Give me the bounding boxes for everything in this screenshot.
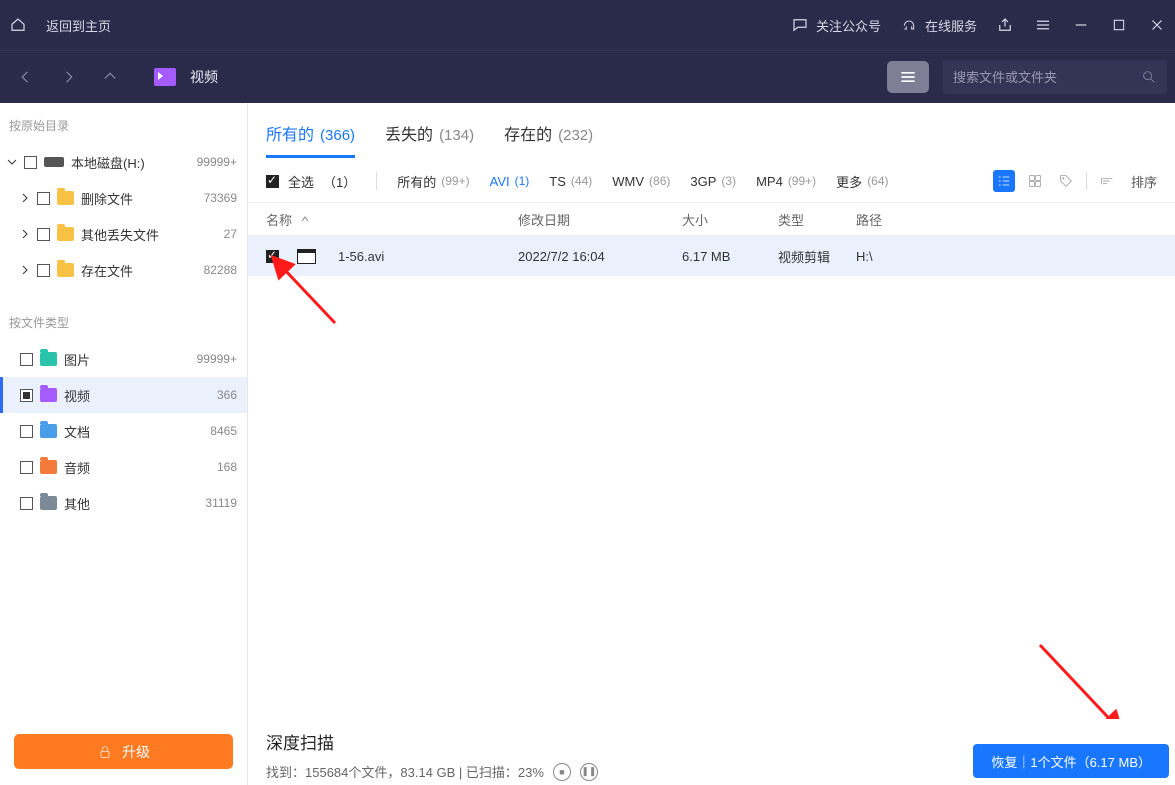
checkbox[interactable] <box>20 497 33 510</box>
col-path[interactable]: 路径 <box>856 210 1157 229</box>
content-pane: 所有的(366) 丢失的(134) 存在的(232) 全选 （1） 所有的(99… <box>248 103 1175 785</box>
back-to-home[interactable]: 返回到主页 <box>46 16 111 35</box>
sidebar-section-type: 按文件类型 <box>0 300 247 341</box>
filter-avi[interactable]: AVI(1) <box>490 174 530 189</box>
nav-forward-icon[interactable] <box>58 67 78 87</box>
sidebar-section-original: 按原始目录 <box>0 103 247 144</box>
share-icon[interactable] <box>995 15 1015 35</box>
type-images[interactable]: 图片 99999+ <box>0 341 247 377</box>
caret-right-icon <box>20 265 30 275</box>
location-label: 视频 <box>190 67 218 87</box>
type-audio[interactable]: 音频 168 <box>0 449 247 485</box>
folder-icon <box>57 263 74 277</box>
close-icon[interactable] <box>1147 15 1167 35</box>
checkbox[interactable] <box>24 156 37 169</box>
view-menu-button[interactable] <box>887 61 929 93</box>
checkbox[interactable] <box>20 461 33 474</box>
disk-icon <box>44 157 64 167</box>
checkbox[interactable] <box>20 389 33 402</box>
file-name: 1-56.avi <box>338 249 384 264</box>
col-type[interactable]: 类型 <box>778 210 856 229</box>
search-input[interactable] <box>953 70 1141 85</box>
folder-icon <box>57 227 74 241</box>
caret-right-icon <box>20 193 30 203</box>
col-name[interactable]: 名称 <box>266 210 518 229</box>
filter-ts[interactable]: TS(44) <box>549 174 592 189</box>
image-icon <box>40 352 57 366</box>
checkbox[interactable] <box>37 192 50 205</box>
nav-bar: 视频 <box>0 50 1175 103</box>
file-thumb-icon <box>297 249 316 264</box>
online-service[interactable]: 在线服务 <box>899 15 977 35</box>
minimize-icon[interactable] <box>1071 15 1091 35</box>
search-box[interactable] <box>943 60 1167 94</box>
col-date[interactable]: 修改日期 <box>518 210 682 229</box>
tree-other-lost[interactable]: 其他丢失文件 27 <box>0 216 247 252</box>
folder-icon <box>57 191 74 205</box>
select-all[interactable]: 全选 （1） <box>266 172 356 191</box>
checkbox[interactable] <box>20 425 33 438</box>
tree-disk-h[interactable]: 本地磁盘(H:) 99999+ <box>0 144 247 180</box>
stop-scan-button[interactable]: ■ <box>553 763 571 781</box>
checkbox[interactable] <box>266 175 279 188</box>
nav-back-icon[interactable] <box>16 67 36 87</box>
recover-button[interactable]: 恢复｜1个文件（6.17 MB） <box>973 744 1169 778</box>
type-docs[interactable]: 文档 8465 <box>0 413 247 449</box>
tab-lost[interactable]: 丢失的(134) <box>385 121 474 158</box>
doc-icon <box>40 424 57 438</box>
caret-down-icon <box>7 157 17 167</box>
search-icon <box>1141 69 1157 85</box>
tab-all[interactable]: 所有的(366) <box>266 121 355 158</box>
sidebar: 按原始目录 本地磁盘(H:) 99999+ 删除文件 73369 其他丢失文件 … <box>0 103 248 785</box>
sort-icon[interactable] <box>1096 170 1118 192</box>
filter-mp4[interactable]: MP4(99+) <box>756 174 816 189</box>
type-other[interactable]: 其他 31119 <box>0 485 247 521</box>
col-size[interactable]: 大小 <box>682 210 778 229</box>
tab-existing[interactable]: 存在的(232) <box>504 121 593 158</box>
sort-label[interactable]: 排序 <box>1131 172 1157 191</box>
pause-scan-button[interactable]: ❚❚ <box>580 763 598 781</box>
title-bar: 返回到主页 关注公众号 在线服务 <box>0 0 1175 50</box>
type-videos[interactable]: 视频 366 <box>0 377 247 413</box>
result-tabs: 所有的(366) 丢失的(134) 存在的(232) <box>248 103 1175 158</box>
sort-asc-icon <box>300 214 310 224</box>
tree-existing[interactable]: 存在文件 82288 <box>0 252 247 288</box>
upgrade-button[interactable]: 升级 <box>14 734 233 769</box>
filter-all[interactable]: 所有的(99+) <box>397 172 469 191</box>
view-tag-icon[interactable] <box>1055 170 1077 192</box>
other-icon <box>40 496 57 510</box>
table-row follow recover[interactable]: 1-56.avi 2022/7/2 16:04 6.17 MB 视频剪辑 H:\ <box>248 236 1175 276</box>
scan-stats: 找到：155684个文件，83.14 GB | 已扫描：23% <box>266 762 544 781</box>
caret-right-icon <box>20 229 30 239</box>
home-icon[interactable] <box>8 15 28 35</box>
maximize-icon[interactable] <box>1109 15 1129 35</box>
view-list-icon[interactable] <box>993 170 1015 192</box>
checkbox[interactable] <box>37 264 50 277</box>
checkbox[interactable] <box>20 353 33 366</box>
footer: 深度扫描 找到：155684个文件，83.14 GB | 已扫描：23% ■ ❚… <box>248 719 1175 785</box>
filter-wmv[interactable]: WMV(86) <box>612 174 670 189</box>
audio-icon <box>40 460 57 474</box>
menu-icon[interactable] <box>1033 15 1053 35</box>
tree-deleted[interactable]: 删除文件 73369 <box>0 180 247 216</box>
table-header: 名称 修改日期 大小 类型 路径 <box>248 202 1175 236</box>
checkbox[interactable] <box>37 228 50 241</box>
chat-icon <box>790 15 810 35</box>
filter-3gp[interactable]: 3GP(3) <box>690 174 736 189</box>
view-grid-icon[interactable] <box>1024 170 1046 192</box>
nav-up-icon[interactable] <box>100 67 120 87</box>
filter-more[interactable]: 更多(64) <box>836 172 888 191</box>
row-checkbox[interactable] <box>266 250 279 263</box>
location-folder-icon <box>154 68 176 86</box>
follow-official[interactable]: 关注公众号 <box>790 15 881 35</box>
lock-icon <box>97 744 113 760</box>
headset-icon <box>899 15 919 35</box>
video-icon <box>40 388 57 402</box>
filter-bar: 全选 （1） 所有的(99+) AVI(1) TS(44) WMV(86) 3G… <box>248 158 1175 202</box>
